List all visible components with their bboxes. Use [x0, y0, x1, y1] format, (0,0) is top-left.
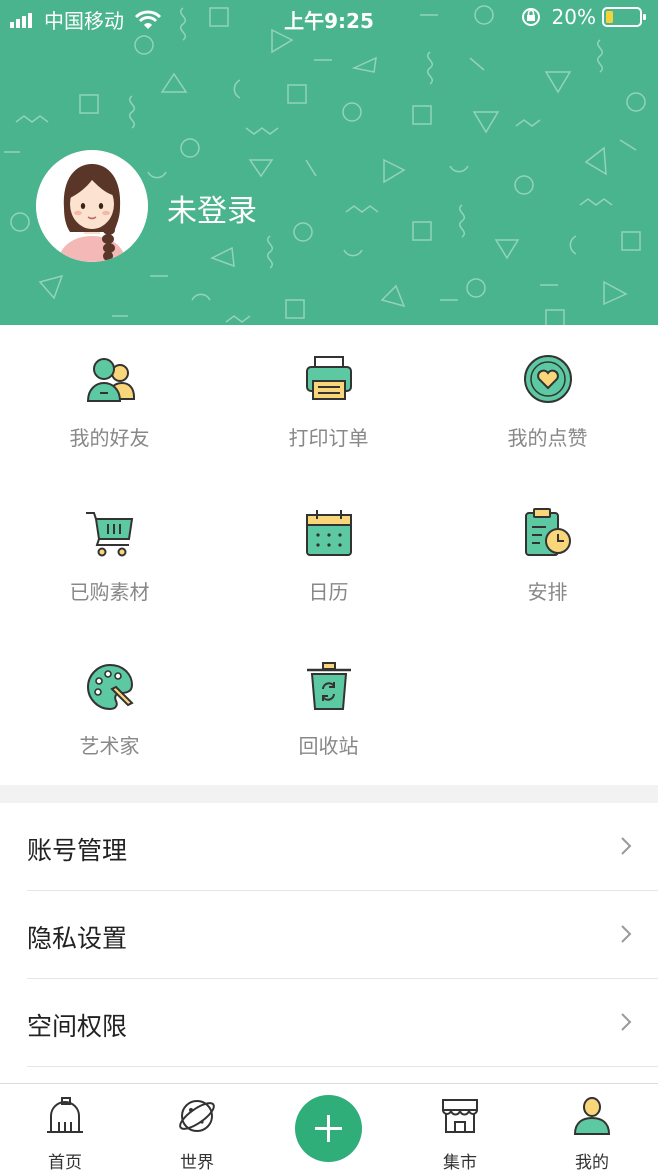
- feature-label: 已购素材: [69, 580, 150, 604]
- chevron-right-icon: [621, 925, 632, 943]
- feature-my-likes[interactable]: 我的点赞: [438, 325, 657, 479]
- feature-label: 回收站: [298, 734, 359, 758]
- printer-icon: [306, 356, 352, 400]
- feature-label: 打印订单: [288, 426, 369, 450]
- status-bar: 中国移动 上午9:25 20%: [0, 0, 658, 36]
- settings-item-privacy[interactable]: 隐私设置: [0, 891, 658, 979]
- section-separator: [0, 785, 658, 803]
- feature-schedule[interactable]: 安排: [438, 479, 657, 633]
- avatar[interactable]: [36, 150, 148, 262]
- rotation-lock-icon: [521, 8, 540, 26]
- avatar-girl-icon: [36, 150, 148, 262]
- username[interactable]: 未登录: [167, 186, 257, 230]
- settings-item-label: 隐私设置: [27, 924, 128, 953]
- tab-mine[interactable]: 我的: [537, 1084, 647, 1173]
- feature-calendar[interactable]: 日历: [219, 479, 438, 633]
- divider: [27, 1066, 658, 1067]
- tab-label: 我的: [575, 1153, 609, 1173]
- feature-print-orders[interactable]: 打印订单: [219, 325, 438, 479]
- add-button[interactable]: [295, 1095, 362, 1162]
- chevron-right-icon: [621, 837, 632, 855]
- tab-world[interactable]: 世界: [142, 1084, 252, 1173]
- calendar-icon: [306, 510, 352, 556]
- feature-label: 日历: [308, 580, 349, 604]
- schedule-icon: [525, 508, 571, 556]
- user-icon: [573, 1097, 611, 1135]
- feature-artists[interactable]: 艺术家: [0, 633, 219, 787]
- feature-friends[interactable]: 我的好友: [0, 325, 219, 479]
- bottom-tab-bar: 首页 世界 集市 我的: [0, 1083, 658, 1173]
- feature-recycle-bin[interactable]: 回收站: [219, 633, 438, 787]
- planet-icon: [179, 1100, 215, 1132]
- battery-percent: 20%: [551, 5, 596, 29]
- settings-item-space-permissions[interactable]: 空间权限: [0, 979, 658, 1067]
- feature-grid: 我的好友 打印订单 我的点赞 已购素材 日历 安排 艺术家 回收站: [0, 325, 658, 785]
- tab-home[interactable]: 首页: [10, 1084, 120, 1173]
- tab-label: 集市: [443, 1153, 477, 1173]
- feature-label: 我的点赞: [507, 426, 588, 450]
- feature-label: 安排: [527, 580, 568, 604]
- settings-item-label: 账号管理: [27, 836, 128, 865]
- settings-item-label: 空间权限: [27, 1012, 128, 1041]
- home-icon: [47, 1097, 83, 1133]
- feature-label: 我的好友: [69, 426, 150, 450]
- friends-icon: [86, 358, 135, 402]
- shop-icon: [442, 1099, 478, 1133]
- plus-icon: [315, 1115, 342, 1142]
- tab-label: 首页: [48, 1153, 82, 1173]
- battery-icon: [602, 7, 646, 27]
- tab-label: 世界: [180, 1153, 214, 1173]
- tab-market[interactable]: 集市: [405, 1084, 515, 1173]
- profile-header: 中国移动 上午9:25 20% 未登录: [0, 0, 658, 325]
- palette-icon: [86, 663, 134, 711]
- feature-label: 艺术家: [79, 734, 140, 758]
- feature-purchased-materials[interactable]: 已购素材: [0, 479, 219, 633]
- heart-icon: [524, 355, 572, 403]
- recycle-bin-icon: [307, 662, 351, 710]
- cart-icon: [86, 512, 134, 557]
- chevron-right-icon: [621, 1013, 632, 1031]
- settings-item-account[interactable]: 账号管理: [0, 803, 658, 891]
